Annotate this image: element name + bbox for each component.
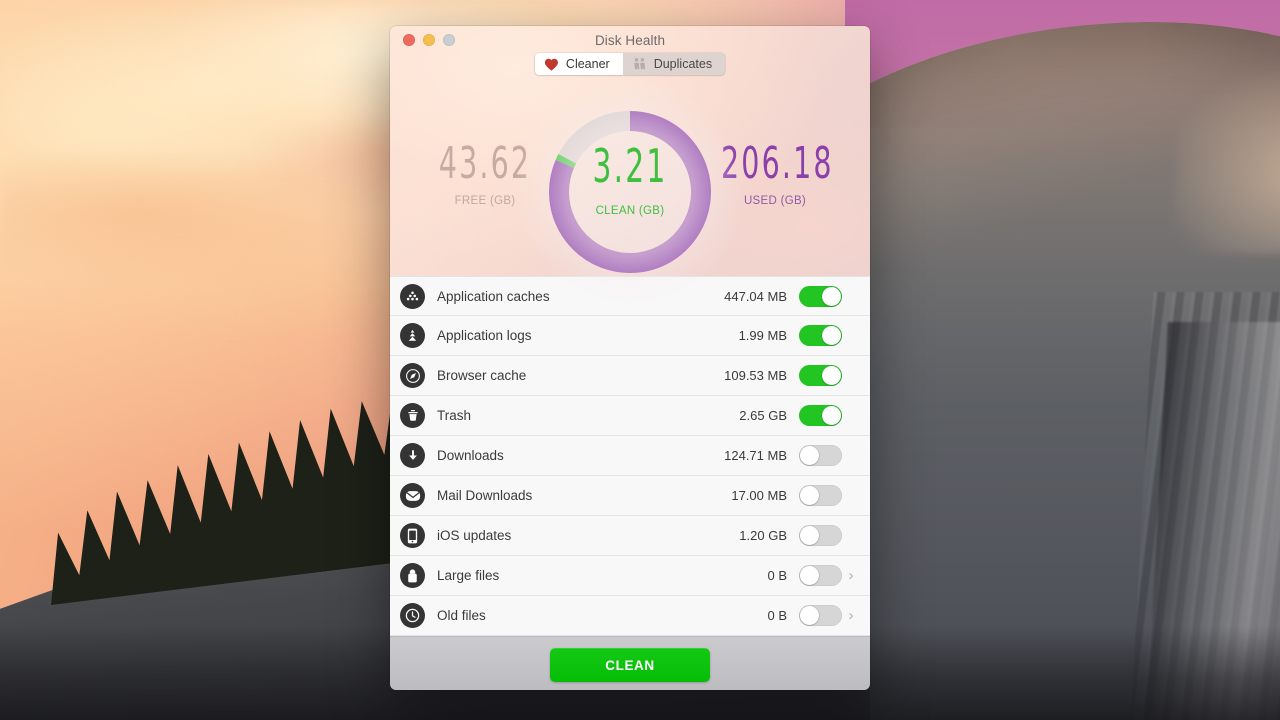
toggle-knob [822,326,841,345]
list-item[interactable]: Browser cache109.53 MB› [390,356,870,396]
list-item-toggle[interactable] [799,445,842,466]
tab-duplicates[interactable]: Duplicates [623,53,725,75]
toggle-knob [800,566,819,585]
chevron-right-icon[interactable]: › [844,607,858,624]
list-item-size: 109.53 MB [724,368,787,383]
list-item-label: Browser cache [437,368,527,383]
tab-switcher: Cleaner Duplicates [534,53,726,75]
toggle-knob [800,446,819,465]
list-item[interactable]: Old files 0 B › [390,596,870,636]
toggle-knob [800,526,819,545]
list-item-size: 124.71 MB [724,448,787,463]
downloads-icon [400,443,425,468]
dome-highlight [1171,59,1280,254]
list-item-size: 0 B [767,608,787,623]
clean-label: CLEAN (GB) [595,205,665,217]
heart-icon [544,57,559,71]
list-item-toggle[interactable] [799,325,842,346]
list-item-size: 2.65 GB [739,408,787,423]
clean-button[interactable]: CLEAN [550,648,710,682]
large-files-icon [400,563,425,588]
people-icon [632,57,647,71]
list-item[interactable]: Mail Downloads17.00 MB› [390,476,870,516]
list-item-label: iOS updates [437,528,512,543]
disk-usage-donut-chart: 3.21 CLEAN (GB) [517,79,743,305]
list-item-label: Application logs [437,328,532,343]
list-item-toggle[interactable] [799,605,842,626]
list-item-size: 0 B [767,568,787,583]
list-item-label: Old files [437,608,486,623]
list-item-toggle[interactable] [799,565,842,586]
list-item-toggle[interactable] [799,365,842,386]
list-item-toggle[interactable] [799,405,842,426]
application-logs-icon [400,323,425,348]
list-item-size: 1.20 GB [739,528,787,543]
list-item[interactable]: Downloads124.71 MB› [390,436,870,476]
list-item-label: Trash [437,408,472,423]
toggle-knob [822,406,841,425]
list-item-toggle[interactable] [799,485,842,506]
chevron-right-icon[interactable]: › [844,567,858,584]
browser-cache-icon [400,363,425,388]
tab-cleaner[interactable]: Cleaner [534,53,623,75]
clean-value: 3.21 [592,139,668,193]
list-item-label: Downloads [437,448,504,463]
toggle-knob [822,286,841,306]
toggle-knob [822,366,841,385]
ios-updates-icon [400,523,425,548]
tab-cleaner-label: Cleaner [565,57,610,71]
cleanup-item-list: Application caches447.04 MB›Application … [390,276,870,636]
application-caches-icon [400,283,425,309]
window-title: Disk Health [594,33,666,48]
window-footer: CLEAN [390,636,870,690]
old-files-icon [400,603,425,628]
window-header: Disk Health Cleaner Duplicates 43.62 FRE… [390,26,870,305]
tab-duplicates-label: Duplicates [653,57,713,71]
list-item-label: Large files [437,568,500,583]
list-item[interactable]: Trash2.65 GB› [390,396,870,436]
disk-health-window: Disk Health Cleaner Duplicates 43.62 FRE… [390,26,870,690]
toggle-knob [800,606,819,625]
trash-icon [400,403,425,428]
toggle-knob [800,486,819,505]
list-item-size: 1.99 MB [738,328,787,343]
list-item-size: 447.04 MB [724,288,787,304]
list-item-toggle[interactable] [799,525,842,546]
list-item[interactable]: Application logs1.99 MB› [390,316,870,356]
list-item-size: 17.00 MB [731,488,787,503]
list-item[interactable]: Large files 0 B › [390,556,870,596]
list-item[interactable]: iOS updates1.20 GB› [390,516,870,556]
list-item-label: Mail Downloads [437,488,533,503]
list-item-toggle[interactable] [799,285,842,307]
mail-downloads-icon [400,483,425,508]
